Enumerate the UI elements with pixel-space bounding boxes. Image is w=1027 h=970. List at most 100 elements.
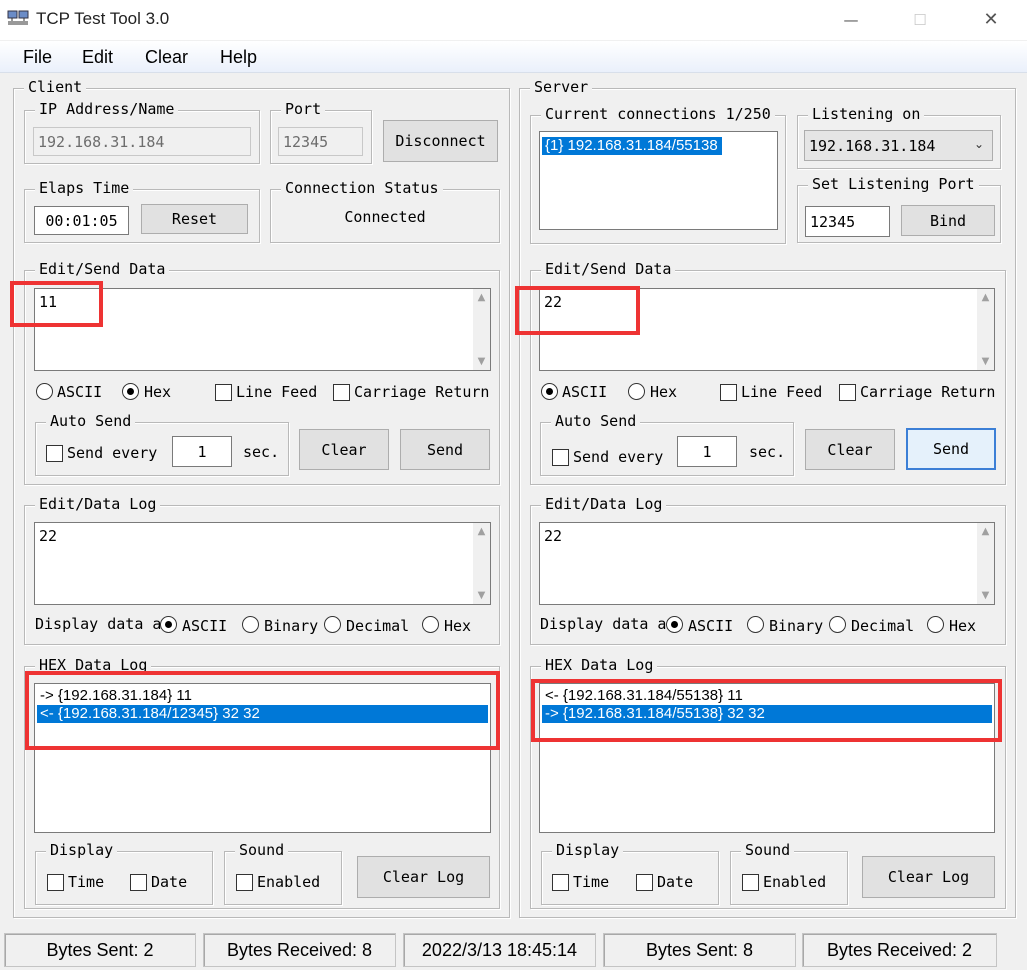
client-ip-label: IP Address/Name: [35, 100, 179, 118]
client-display-decimal-label: Decimal: [346, 617, 410, 635]
scroll-down-icon[interactable]: ▼: [473, 353, 490, 370]
client-sound-label: Sound: [235, 841, 289, 859]
annotation-highlight: [531, 679, 1002, 742]
client-display-hex-radio[interactable]: [422, 616, 439, 633]
server-interval-unit: sec.: [749, 443, 786, 461]
server-display-hex-radio[interactable]: [927, 616, 944, 633]
server-line-feed-checkbox[interactable]: [720, 384, 737, 401]
client-auto-send-label: Auto Send: [46, 412, 136, 430]
server-display-label: Display: [552, 841, 624, 859]
client-mode-ascii-radio[interactable]: [36, 383, 53, 400]
server-mode-ascii-radio[interactable]: [541, 383, 558, 400]
connections-label: Current connections 1/250: [541, 105, 775, 123]
menu-clear[interactable]: Clear: [145, 47, 188, 68]
annotation-highlight: [10, 281, 103, 327]
server-date-label: Date: [657, 873, 694, 891]
client-group-label: Client: [24, 78, 87, 96]
client-display-ascii-radio[interactable]: [160, 616, 177, 633]
server-mode-hex-radio[interactable]: [628, 383, 645, 400]
title-bar: TCP Test Tool 3.0 — ☐ ✕: [0, 0, 1027, 40]
client-port-input[interactable]: 12345: [278, 127, 363, 156]
status-client-bytes-received: Bytes Received: 8: [203, 933, 396, 967]
disconnect-button[interactable]: Disconnect: [383, 120, 498, 162]
listening-port-label: Set Listening Port: [808, 175, 979, 193]
scroll-up-icon[interactable]: ▲: [473, 523, 490, 540]
connection-item-selected[interactable]: {1} 192.168.31.184/55138: [542, 137, 722, 155]
scroll-down-icon[interactable]: ▼: [473, 587, 490, 604]
client-send-every-checkbox[interactable]: [46, 445, 63, 462]
client-send-button[interactable]: Send: [400, 429, 490, 470]
client-mode-hex-radio[interactable]: [122, 383, 139, 400]
server-display-data-label: Display data a: [540, 615, 667, 633]
scroll-up-icon[interactable]: ▲: [977, 289, 994, 306]
client-mode-hex-label: Hex: [144, 383, 172, 401]
server-sound-checkbox[interactable]: [742, 874, 759, 891]
server-send-every-label: Send every: [573, 448, 664, 466]
connections-list[interactable]: {1} 192.168.31.184/55138: [539, 131, 778, 230]
client-carriage-return-checkbox[interactable]: [333, 384, 350, 401]
status-timestamp: 2022/3/13 18:45:14: [403, 933, 596, 967]
minimize-button[interactable]: —: [828, 0, 874, 40]
server-display-ascii-radio[interactable]: [666, 616, 683, 633]
client-date-checkbox[interactable]: [130, 874, 147, 891]
listening-on-select[interactable]: 192.168.31.184 ⌄: [804, 130, 993, 161]
client-data-log-label: Edit/Data Log: [35, 495, 161, 513]
menu-edit[interactable]: Edit: [82, 47, 113, 68]
server-data-log-scrollbar[interactable]: ▲ ▼: [977, 523, 994, 604]
client-clear-log-button[interactable]: Clear Log: [357, 856, 490, 898]
client-interval-input[interactable]: 1: [172, 436, 232, 467]
client-display-decimal-radio[interactable]: [324, 616, 341, 633]
client-ip-input[interactable]: 192.168.31.184: [33, 127, 251, 156]
server-date-checkbox[interactable]: [636, 874, 653, 891]
client-send-scrollbar[interactable]: ▲ ▼: [473, 289, 490, 370]
server-send-scrollbar[interactable]: ▲ ▼: [977, 289, 994, 370]
client-data-log-text: 22: [39, 527, 58, 545]
scroll-up-icon[interactable]: ▲: [977, 523, 994, 540]
client-display-ascii-label: ASCII: [182, 617, 228, 635]
server-interval-input[interactable]: 1: [677, 436, 737, 467]
client-display-binary-radio[interactable]: [242, 616, 259, 633]
server-line-feed-label: Line Feed: [741, 383, 823, 401]
server-send-every-checkbox[interactable]: [552, 449, 569, 466]
client-sound-enabled-label: Enabled: [257, 873, 321, 891]
client-line-feed-checkbox[interactable]: [215, 384, 232, 401]
client-clear-button[interactable]: Clear: [299, 429, 389, 470]
client-display-data-label: Display data a: [35, 615, 162, 633]
client-date-label: Date: [151, 873, 188, 891]
status-server-bytes-received: Bytes Received: 2: [802, 933, 997, 967]
menu-help[interactable]: Help: [220, 47, 257, 68]
client-display-label: Display: [46, 841, 118, 859]
server-data-log-text: 22: [544, 527, 563, 545]
client-display-binary-label: Binary: [264, 617, 319, 635]
close-button[interactable]: ✕: [968, 0, 1014, 40]
menu-file[interactable]: File: [23, 47, 52, 68]
listening-port-input[interactable]: 12345: [805, 206, 890, 237]
menu-bar: File Edit Clear Help: [0, 41, 1027, 73]
reset-button[interactable]: Reset: [141, 204, 248, 234]
client-sound-checkbox[interactable]: [236, 874, 253, 891]
client-data-log-textarea[interactable]: 22 ▲ ▼: [34, 522, 491, 605]
scroll-up-icon[interactable]: ▲: [473, 289, 490, 306]
server-mode-hex-label: Hex: [650, 383, 678, 401]
server-send-button[interactable]: Send: [906, 428, 996, 470]
client-time-checkbox[interactable]: [47, 874, 64, 891]
server-clear-log-button[interactable]: Clear Log: [862, 856, 995, 898]
client-port-label: Port: [281, 100, 326, 118]
client-data-log-scrollbar[interactable]: ▲ ▼: [473, 523, 490, 604]
scroll-down-icon[interactable]: ▼: [977, 587, 994, 604]
server-group-label: Server: [530, 78, 593, 96]
server-data-log-textarea[interactable]: 22 ▲ ▼: [539, 522, 995, 605]
client-mode-ascii-label: ASCII: [57, 383, 103, 401]
server-clear-button[interactable]: Clear: [805, 429, 895, 470]
listening-on-value: 192.168.31.184: [809, 136, 936, 155]
server-carriage-return-checkbox[interactable]: [839, 384, 856, 401]
server-sound-label: Sound: [741, 841, 795, 859]
connection-status-value: Connected: [344, 208, 426, 226]
server-display-decimal-radio[interactable]: [829, 616, 846, 633]
server-sound-enabled-label: Enabled: [763, 873, 827, 891]
scroll-down-icon[interactable]: ▼: [977, 353, 994, 370]
server-display-binary-radio[interactable]: [747, 616, 764, 633]
bind-button[interactable]: Bind: [901, 205, 995, 236]
server-time-checkbox[interactable]: [552, 874, 569, 891]
maximize-button[interactable]: ☐: [897, 0, 943, 40]
